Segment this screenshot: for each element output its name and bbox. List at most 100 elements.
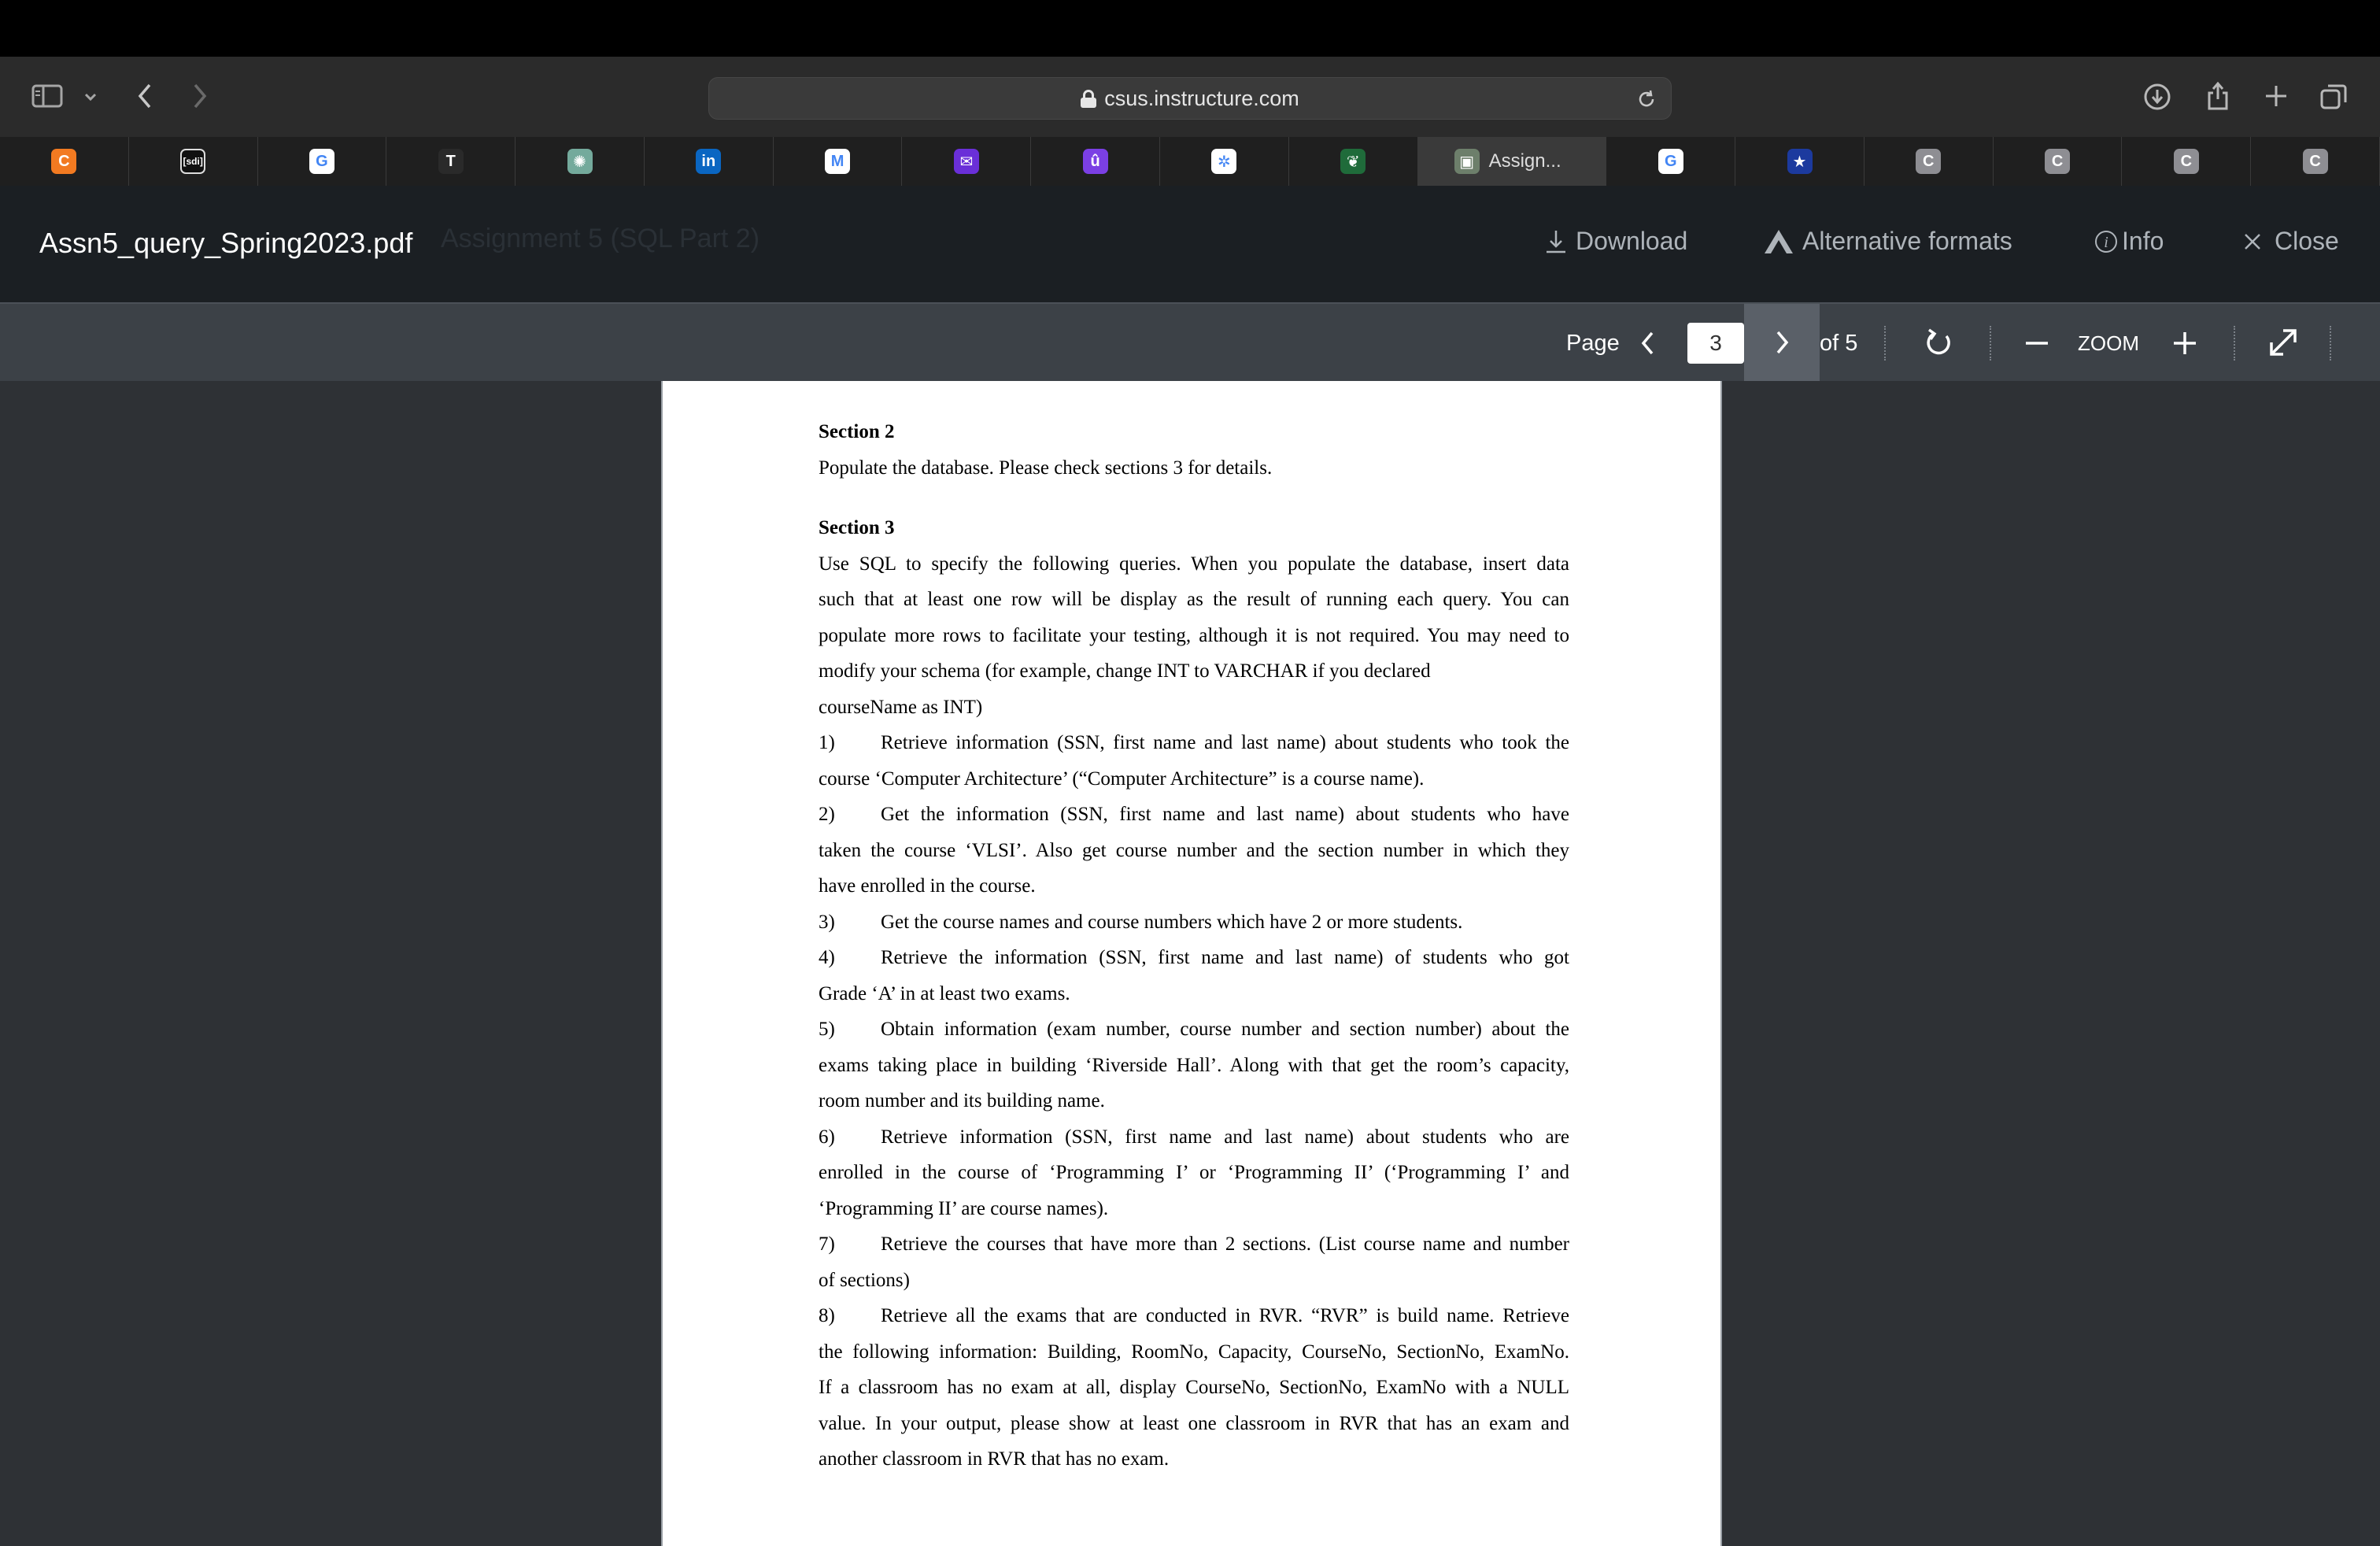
close-icon [2243, 232, 2262, 251]
intro-line: modify your schema (for example, change … [819, 660, 1431, 682]
query-text: Retrieve all the exams that are conducte… [881, 1305, 1569, 1326]
rotate-button[interactable] [1920, 324, 1957, 361]
browser-tab[interactable]: C [2251, 137, 2380, 186]
browser-tab[interactable]: ✺ [516, 137, 645, 186]
query-number: 4) [819, 947, 835, 968]
forward-icon[interactable] [187, 82, 213, 110]
alternative-formats-label: Alternative formats [1802, 227, 2012, 255]
browser-tab[interactable]: [sdi] [129, 137, 258, 186]
file-title: Assn5_query_Spring2023.pdf [39, 227, 413, 259]
next-page-button[interactable] [1744, 304, 1820, 381]
previous-page-button[interactable] [1634, 323, 1662, 364]
download-icon [1544, 229, 1568, 254]
browser-tab[interactable]: ❦ [1289, 137, 1418, 186]
rotate-icon [1923, 327, 1954, 358]
query-text: Obtain information (exam number, course … [881, 1019, 1569, 1040]
favicon-icon: C [2302, 149, 2328, 174]
browser-tab[interactable]: C [2122, 137, 2252, 186]
downloads-icon[interactable] [2142, 82, 2172, 112]
tab-overview-icon[interactable] [2319, 82, 2349, 112]
back-icon[interactable] [132, 82, 157, 110]
favicon-icon: C [51, 149, 77, 174]
query-text-line: Grade ‘A’ in at least two exams. [819, 982, 1070, 1004]
address-bar[interactable]: csus.instructure.com [708, 77, 1672, 120]
pdf-viewer[interactable]: Section 2 Populate the database. Please … [0, 381, 2380, 1546]
intro-line: such that at least one row will be displ… [819, 589, 1569, 610]
favicon-icon: C [2173, 149, 2199, 174]
browser-tab[interactable]: ✉ [902, 137, 1032, 186]
favicon-icon: ✺ [567, 149, 593, 174]
query-text-line: ‘Programming II’ are course names). [819, 1197, 1109, 1219]
pdf-controls-bar: Page 3 of 5 ZOOM [0, 304, 2380, 381]
browser-tab[interactable]: C [0, 137, 129, 186]
query-item: 4) Retrieve the information (SSN, first n… [819, 940, 1569, 1012]
favicon-icon: M [825, 149, 851, 174]
query-text-line: course ‘Computer Architecture’ (“Compute… [819, 767, 1425, 790]
info-button[interactable]: i Info [2094, 227, 2164, 256]
divider [2330, 326, 2331, 361]
divider [1990, 326, 1991, 361]
url-text: csus.instructure.com [1104, 86, 1299, 110]
query-text: Retrieve the information (SSN, first nam… [881, 947, 1569, 968]
query-text-line: value. In your output, please show at le… [819, 1412, 1569, 1434]
query-number: 2) [819, 804, 835, 825]
query-first-line: 2) Get the information (SSN, first name a… [819, 797, 1569, 833]
browser-tab[interactable]: G [258, 137, 387, 186]
divider [1884, 326, 1886, 361]
favicon-icon: ✲ [1211, 149, 1237, 174]
new-tab-icon[interactable] [2262, 82, 2290, 110]
browser-tab[interactable]: G [1606, 137, 1736, 186]
pdf-page: Section 2 Populate the database. Please … [661, 381, 1722, 1546]
browser-tab[interactable]: û [1031, 137, 1161, 186]
query-item: 6) Retrieve information (SSN, first name … [819, 1119, 1569, 1227]
browser-tab[interactable]: C [1994, 137, 2123, 186]
close-button[interactable]: Close [2243, 227, 2339, 256]
query-number: 6) [819, 1126, 835, 1148]
query-text: Retrieve information (SSN, first name an… [881, 732, 1569, 753]
browser-tab[interactable]: ▣ Assign... [1417, 137, 1607, 186]
page-number-input[interactable]: 3 [1687, 323, 1744, 364]
browser-tab[interactable]: T [386, 137, 516, 186]
download-button[interactable]: Download [1544, 227, 1687, 256]
favicon-icon: ✉ [953, 149, 979, 174]
section-3-title: Section 3 [819, 516, 895, 538]
browser-tab[interactable]: C [1864, 137, 1994, 186]
query-list: 1) Retrieve information (SSN, first name … [819, 725, 1569, 1478]
browser-tab[interactable]: ✲ [1160, 137, 1289, 186]
query-text-line: If a classroom has no exam at all, displ… [819, 1377, 1569, 1398]
favicon-icon: C [1916, 149, 1942, 174]
query-text-line: enrolled in the course of ‘Programming I… [819, 1162, 1569, 1183]
sidebar-toggle-icon[interactable] [31, 83, 63, 109]
query-item: 5) Obtain information (exam number, cours… [819, 1012, 1569, 1119]
query-number: 8) [819, 1305, 835, 1326]
query-text-line: room number and its building name. [819, 1090, 1105, 1111]
chevron-down-icon[interactable] [82, 88, 99, 105]
query-item: 2) Get the information (SSN, first name a… [819, 797, 1569, 904]
share-icon[interactable] [2204, 79, 2232, 112]
browser-tab[interactable]: in [645, 137, 774, 186]
screen-top-bar [0, 0, 2380, 57]
info-label: Info [2122, 227, 2164, 255]
close-label: Close [2275, 227, 2339, 255]
zoom-in-button[interactable] [2169, 326, 2201, 361]
query-first-line: 7) Retrieve the courses that have more th… [819, 1226, 1569, 1263]
expand-icon [2267, 327, 2299, 358]
zoom-out-button[interactable] [2021, 326, 2053, 361]
browser-tab[interactable]: M [774, 137, 903, 186]
fullscreen-button[interactable] [2265, 324, 2301, 361]
query-item: 3) Get the course names and course number… [819, 904, 1569, 941]
query-item: 1) Retrieve information (SSN, first name … [819, 725, 1569, 797]
query-text-line: another classroom in RVR that has no exa… [819, 1448, 1170, 1470]
query-text: Retrieve the courses that have more than… [881, 1233, 1569, 1255]
reload-icon[interactable] [1636, 89, 1657, 109]
query-first-line: 8) Retrieve all the exams that are conduc… [819, 1298, 1569, 1334]
favicon-icon: û [1082, 149, 1108, 174]
zoom-label: ZOOM [2078, 331, 2139, 355]
alternative-formats-button[interactable]: Alternative formats [1763, 227, 2012, 256]
browser-tab[interactable]: ★ [1735, 137, 1864, 186]
query-first-line: 6) Retrieve information (SSN, first name … [819, 1119, 1569, 1156]
query-number: 3) [819, 911, 835, 933]
section-3-intro: Use SQL to specify the following queries… [819, 546, 1569, 726]
favicon-icon: in [696, 149, 722, 174]
page-content: Section 2 Populate the database. Please … [819, 414, 1569, 1478]
